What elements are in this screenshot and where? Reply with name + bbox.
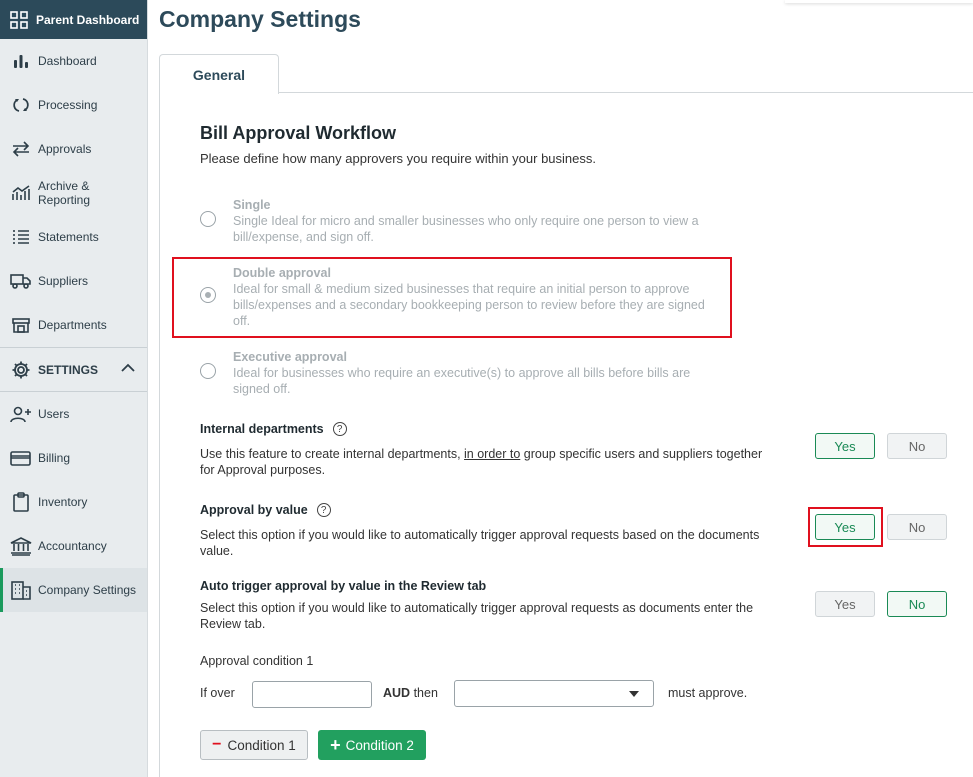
then-label: then [413, 686, 438, 700]
option-desc: Single Ideal for micro and smaller busin… [233, 214, 699, 244]
clipboard-icon [10, 491, 32, 513]
sidebar-item-label-line1: Archive & [38, 179, 90, 193]
auto-trigger-title: Auto trigger approval by value in the Re… [200, 579, 486, 593]
list-icon [10, 226, 32, 248]
caret-down-icon [629, 691, 639, 697]
help-icon[interactable]: ? [332, 422, 347, 436]
internal-departments-no-button[interactable]: No [887, 433, 947, 459]
grid-icon [10, 10, 28, 29]
auto-trigger-desc: Select this option if you would like to … [200, 601, 754, 631]
sidebar-item-accountancy[interactable]: Accountancy [0, 524, 147, 568]
sidebar-item-label: Approvals [38, 142, 92, 156]
bar-chart-icon [10, 50, 32, 72]
gear-icon [10, 359, 32, 381]
approval-by-value-title: Approval by value ? [200, 503, 331, 517]
sidebar-item-processing[interactable]: Processing [0, 83, 147, 127]
trend-chart-icon [10, 182, 32, 204]
sidebar-item-parent-dashboard[interactable]: Parent Dashboard [0, 0, 147, 39]
sidebar-item-label: Processing [38, 98, 98, 112]
refresh-icon [10, 94, 32, 116]
sidebar-item-label: Company Settings [38, 583, 137, 597]
truck-icon [10, 270, 32, 292]
sidebar-item-label: Dashboard [38, 54, 97, 68]
tab-general[interactable]: General [159, 54, 279, 94]
internal-departments-desc: Use this feature to create internal depa… [200, 446, 775, 478]
amount-input[interactable] [252, 681, 372, 708]
if-over-label: If over [200, 686, 235, 700]
remove-condition-label: Condition 1 [227, 737, 296, 753]
panel-border [159, 93, 160, 777]
sidebar-top-label: Parent Dashboard [36, 12, 140, 27]
swap-arrows-icon [10, 138, 32, 160]
sidebar-item-label: Users [38, 407, 70, 421]
currency-then-label: AUD then [383, 686, 438, 700]
sidebar-item-dashboard[interactable]: Dashboard [0, 39, 147, 83]
plus-icon: + [330, 734, 341, 755]
sidebar-item-label: Departments [38, 318, 107, 332]
option-title: Executive approval [233, 350, 347, 364]
workflow-heading: Bill Approval Workflow [200, 123, 397, 143]
sidebar-item-statements[interactable]: Statements [0, 215, 147, 259]
option-title: Single [233, 198, 271, 212]
approval-by-value-desc: Select this option if you would like to … [200, 528, 760, 558]
radio-executive-approval[interactable] [200, 363, 216, 379]
internal-departments-title: Internal departments ? [200, 422, 347, 436]
highlight-box-approval-yes [808, 507, 883, 547]
sidebar-item-approvals[interactable]: Approvals [0, 127, 147, 171]
highlight-box-double-approval [172, 257, 732, 338]
settings-label: SETTINGS [38, 362, 99, 377]
sidebar-item-label: Statements [38, 230, 99, 244]
radio-single[interactable] [200, 211, 216, 227]
internal-departments-label: Internal departments [200, 422, 324, 436]
remove-condition-1-button[interactable]: − Condition 1 [200, 730, 308, 760]
approval-condition-label: Approval condition 1 [200, 654, 314, 668]
desc-text: Use this feature to create internal depa… [200, 447, 465, 461]
sidebar-item-suppliers[interactable]: Suppliers [0, 259, 147, 303]
sidebar-item-billing[interactable]: Billing [0, 436, 147, 480]
sidebar-item-label: Suppliers [38, 274, 89, 288]
add-condition-label: Condition 2 [345, 737, 414, 753]
sidebar-item-company-settings[interactable]: Company Settings [0, 568, 147, 612]
sidebar: Parent Dashboard Dashboard Processing Ap… [0, 0, 148, 777]
must-approve-label: must approve. [668, 686, 748, 700]
sidebar-item-departments[interactable]: Departments [0, 303, 147, 347]
approval-by-value-label: Approval by value [200, 503, 308, 517]
card-icon [10, 447, 32, 469]
add-user-icon [10, 403, 32, 425]
auto-trigger-yes-button[interactable]: Yes [815, 591, 875, 617]
sidebar-item-users[interactable]: Users [0, 392, 147, 436]
sidebar-item-label: Inventory [38, 495, 88, 509]
add-condition-2-button[interactable]: + Condition 2 [318, 730, 426, 760]
auto-trigger-no-button[interactable]: No [887, 591, 947, 617]
workflow-subheading: Please define how many approvers you req… [200, 151, 596, 166]
approver-select[interactable] [454, 680, 654, 707]
tab-divider [279, 92, 973, 93]
currency-label: AUD [383, 686, 411, 700]
approval-by-value-no-button[interactable]: No [887, 514, 947, 540]
help-icon[interactable]: ? [316, 503, 331, 517]
building-icon [10, 579, 32, 601]
desc-link[interactable]: in order to [464, 447, 520, 461]
auto-trigger-label: Auto trigger approval by value in the Re… [200, 579, 487, 593]
page-title: Company Settings [159, 6, 361, 32]
sidebar-item-label: Billing [38, 451, 71, 465]
bank-icon [10, 535, 32, 557]
option-desc: Ideal for businesses who require an exec… [233, 366, 691, 396]
sidebar-item-inventory[interactable]: Inventory [0, 480, 147, 524]
minus-icon: − [212, 736, 222, 753]
sidebar-item-archive-reporting[interactable]: Archive & Reporting [0, 171, 147, 215]
sidebar-item-label: Accountancy [38, 539, 107, 553]
chevron-up-icon[interactable] [121, 363, 135, 373]
header-shadow [785, 0, 973, 3]
internal-departments-yes-button[interactable]: Yes [815, 433, 875, 459]
sidebar-settings-header[interactable]: SETTINGS [0, 347, 147, 392]
department-icon [10, 314, 32, 336]
sidebar-item-label-line2: Reporting [38, 193, 91, 207]
